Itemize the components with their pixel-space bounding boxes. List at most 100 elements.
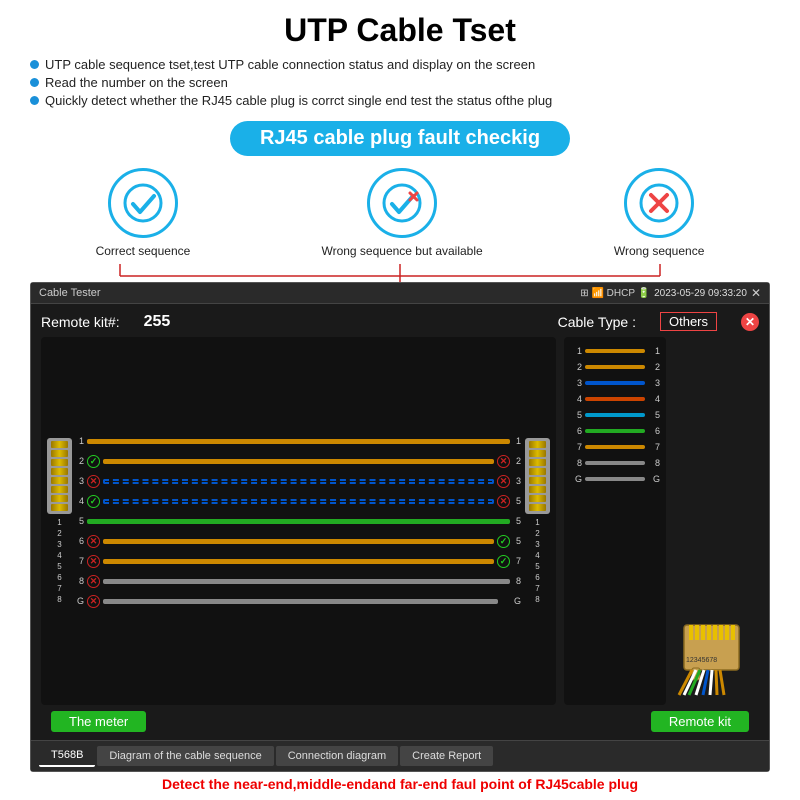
wire-row-4: 4 ✓ ✕ 5 [76, 492, 521, 511]
tab-bar: T568B Diagram of the cable sequence Conn… [31, 740, 769, 771]
wire-3-right-x: ✕ [497, 475, 510, 488]
remote-wire-6: 6 6 [570, 423, 660, 438]
wire-seg-2 [103, 459, 494, 464]
left-pin-labels: 12 34 56 78 [57, 518, 61, 604]
wire-2-left-check: ✓ [87, 455, 100, 468]
rwire-4 [585, 397, 645, 401]
rj45-plug-visual: 12345678 [674, 337, 759, 705]
pin-5 [51, 477, 68, 484]
wire-seg-1 [87, 439, 510, 444]
wrong-circle-icon [624, 168, 694, 238]
left-connector: 12 34 56 78 [47, 438, 72, 604]
wire-seg-3 [103, 479, 494, 484]
wire-seg-7 [103, 559, 494, 564]
wire-4-left-check: ✓ [87, 495, 100, 508]
icons-row: Correct sequence Wrong sequence but avai… [30, 168, 770, 258]
remote-wire-8: 8 8 [570, 455, 660, 470]
rpin-5 [529, 477, 546, 484]
rpin-2 [529, 450, 546, 457]
wire-row-3: 3 ✕ ✕ 3 [76, 472, 521, 491]
tab-connection-diagram[interactable]: Connection diagram [276, 746, 398, 766]
dhcp-icon: ⊞ 📶 DHCP 🔋 [580, 288, 650, 299]
correct-circle-icon [108, 168, 178, 238]
wrong-available-circle-icon [367, 168, 437, 238]
remote-wires: 1 1 2 2 3 3 [570, 343, 660, 486]
wire-row-g: G ✕ G [76, 592, 521, 611]
plug-svg-area: 12345678 [674, 620, 759, 705]
icon-correct: Correct sequence [96, 168, 191, 258]
rwire-g [585, 477, 645, 481]
remote-kit-label: Remote kit#: [41, 314, 120, 330]
meter-label[interactable]: The meter [51, 711, 146, 732]
wire-g-left-x: ✕ [87, 595, 100, 608]
tab-create-report[interactable]: Create Report [400, 746, 493, 766]
main-display-area: 12 34 56 78 1 1 [41, 337, 759, 705]
left-cable-section: 12 34 56 78 1 1 [41, 337, 556, 705]
rwire-6 [585, 429, 645, 433]
bullet-list: UTP cable sequence tset,test UTP cable c… [30, 57, 770, 111]
wire-6-right-check: ✓ [497, 535, 510, 548]
wire-7-right-check: ✓ [497, 555, 510, 568]
right-connector: 12 34 56 78 [525, 438, 550, 604]
rpin-7 [529, 495, 546, 502]
bottom-text: Detect the near-end,middle-endand far-en… [162, 772, 638, 792]
titlebar-icons: ⊞ 📶 DHCP 🔋 2023-05-29 09:33:20 ✕ [580, 286, 761, 300]
wire-7-left-x: ✕ [87, 555, 100, 568]
wire-6-left-x: ✕ [87, 535, 100, 548]
cable-tester-window: Cable Tester ⊞ 📶 DHCP 🔋 2023-05-29 09:33… [30, 282, 770, 772]
top-info-row: Remote kit#: 255 Cable Type : Others ✕ [41, 312, 759, 331]
tab-cable-sequence[interactable]: Diagram of the cable sequence [97, 746, 273, 766]
wire-seg-6 [103, 539, 494, 544]
window-title: Cable Tester [39, 287, 574, 299]
wire-3-left-x: ✕ [87, 475, 100, 488]
pin-4 [51, 468, 68, 475]
rpin-8 [529, 504, 546, 511]
wire-row-5: 5 5 [76, 512, 521, 531]
rwire-3 [585, 381, 645, 385]
wires-section: 1 1 2 ✓ ✕ 2 [76, 432, 521, 611]
wire-seg-5 [87, 519, 510, 524]
remote-wire-4: 4 4 [570, 391, 660, 406]
bullet-item-1: UTP cable sequence tset,test UTP cable c… [30, 57, 770, 72]
pin-6 [51, 486, 68, 493]
pin-1 [51, 441, 68, 448]
bullet-item-3: Quickly detect whether the RJ45 cable pl… [30, 93, 770, 108]
wire-seg-4 [103, 499, 494, 504]
tab-t568b[interactable]: T568B [39, 745, 95, 767]
wire-seg-8 [103, 579, 510, 584]
rpin-3 [529, 459, 546, 466]
label-row: The meter Remote kit [41, 711, 759, 732]
rwire-5 [585, 413, 645, 417]
cable-type-clear-button[interactable]: ✕ [741, 313, 759, 331]
rpin-4 [529, 468, 546, 475]
pin-3 [51, 459, 68, 466]
wrong-available-label: Wrong sequence but available [321, 244, 482, 258]
wire-row-8: 8 ✕ 8 [76, 572, 521, 591]
right-pin-labels: 12 34 56 78 [535, 518, 539, 604]
close-button[interactable]: ✕ [751, 286, 761, 300]
rj45-banner: RJ45 cable plug fault checkig [230, 121, 570, 156]
rwire-2 [585, 365, 645, 369]
wire-seg-g [103, 599, 498, 604]
wire-row-1: 1 1 [76, 432, 521, 451]
page-title: UTP Cable Tset [284, 12, 516, 49]
bullet-item-2: Read the number on the screen [30, 75, 770, 90]
remote-wire-2: 2 2 [570, 359, 660, 374]
wire-8-left-x: ✕ [87, 575, 100, 588]
correct-label: Correct sequence [96, 244, 191, 258]
connector-lines [30, 264, 770, 282]
left-pins-block [47, 438, 72, 514]
cable-type-value: Others [660, 312, 717, 331]
icon-wrong: Wrong sequence [614, 168, 705, 258]
remote-wire-3: 3 3 [570, 375, 660, 390]
rpin-1 [529, 441, 546, 448]
svg-text:12345678: 12345678 [686, 657, 717, 664]
bullet-dot-1 [30, 60, 39, 69]
window-time: 2023-05-29 09:33:20 [654, 288, 747, 299]
cable-type-label: Cable Type : [558, 314, 636, 330]
rwire-8 [585, 461, 645, 465]
remote-kit-label-btn[interactable]: Remote kit [651, 711, 749, 732]
right-pins-block [525, 438, 550, 514]
remote-wire-1: 1 1 [570, 343, 660, 358]
remote-kit-value: 255 [144, 313, 171, 331]
